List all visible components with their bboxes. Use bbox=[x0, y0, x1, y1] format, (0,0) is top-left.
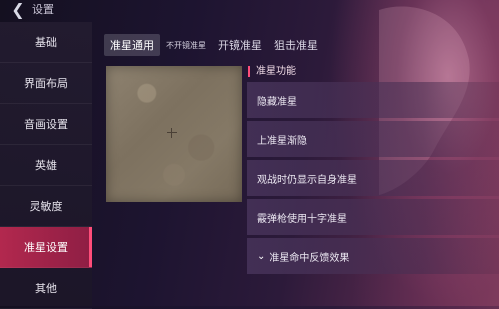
chevron-left-icon: ❮ bbox=[11, 0, 25, 19]
page-title: 设置 bbox=[32, 3, 54, 16]
tab-no-scope[interactable]: 不开镜准星 bbox=[160, 34, 212, 56]
back-button[interactable]: ❮ bbox=[8, 0, 28, 19]
sidebar-item-hero[interactable]: 英雄 bbox=[0, 145, 92, 186]
sidebar-item-sensitivity[interactable]: 灵敏度 bbox=[0, 186, 92, 227]
tab-scope[interactable]: 开镜准星 bbox=[212, 34, 268, 56]
crosshair-preview bbox=[106, 66, 242, 202]
tab-general[interactable]: 准星通用 bbox=[104, 34, 160, 56]
option-label: 隐藏准星 bbox=[257, 96, 297, 108]
crosshair-tabs: 准星通用 不开镜准星 开镜准星 狙击准星 bbox=[104, 34, 324, 56]
option-hide-crosshair[interactable]: 隐藏准星 bbox=[247, 82, 499, 118]
sidebar-item-other[interactable]: 其他 bbox=[0, 268, 92, 309]
option-crosshair-fade[interactable]: 上准星渐隐 bbox=[247, 121, 499, 157]
top-bar: ❮ 设置 bbox=[0, 0, 499, 22]
sidebar: 基础 界面布局 音画设置 英雄 灵敏度 准星设置 其他 bbox=[0, 22, 92, 309]
crosshair-options-list: 隐藏准星 上准星渐隐 观战时仍显示自身准星 霰弹枪使用十字准星 ⌄ 准星命中反馈… bbox=[247, 82, 499, 277]
option-spectate-show-crosshair[interactable]: 观战时仍显示自身准星 bbox=[247, 160, 499, 196]
sidebar-item-layout[interactable]: 界面布局 bbox=[0, 63, 92, 104]
option-hit-feedback[interactable]: ⌄ 准星命中反馈效果 bbox=[247, 238, 499, 274]
sidebar-item-crosshair[interactable]: 准星设置 bbox=[0, 227, 92, 268]
crosshair-icon bbox=[167, 128, 177, 138]
chevron-down-icon: ⌄ bbox=[257, 250, 266, 262]
option-shotgun-cross-crosshair[interactable]: 霰弹枪使用十字准星 bbox=[247, 199, 499, 235]
sidebar-item-audio-video[interactable]: 音画设置 bbox=[0, 104, 92, 145]
option-label: 观战时仍显示自身准星 bbox=[257, 174, 357, 186]
tab-sniper[interactable]: 狙击准星 bbox=[268, 34, 324, 56]
option-label: 上准星渐隐 bbox=[257, 135, 307, 147]
option-label: 准星命中反馈效果 bbox=[269, 252, 350, 264]
sidebar-item-basic[interactable]: 基础 bbox=[0, 22, 92, 63]
option-label: 霰弹枪使用十字准星 bbox=[257, 213, 347, 225]
section-title: 准星功能 bbox=[248, 66, 296, 77]
